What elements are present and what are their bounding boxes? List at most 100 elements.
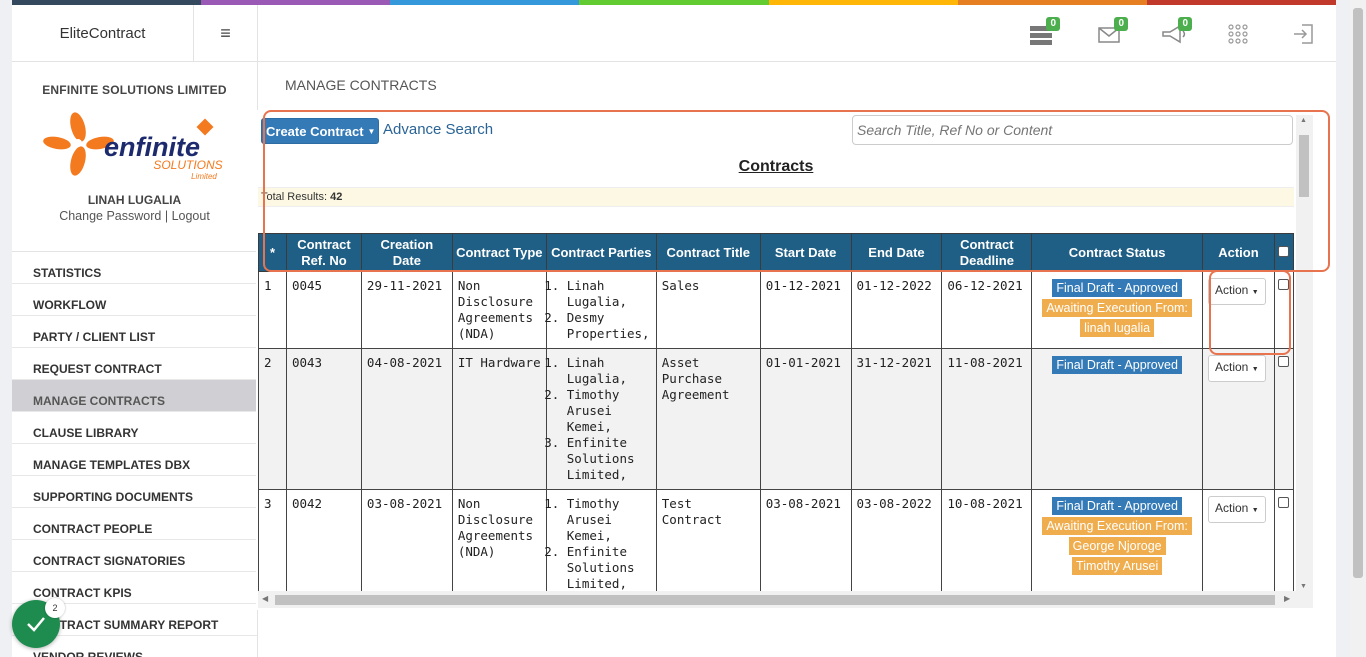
party-item: Enfinite Solutions Limited, — [567, 544, 651, 591]
org-name: ENFINITE SOLUTIONS LIMITED — [42, 83, 227, 97]
cell-start-date: 01-12-2021 — [759, 271, 852, 349]
cell-start-date: 01-01-2021 — [759, 348, 852, 490]
sidebar-item-workflow[interactable]: WORKFLOW — [12, 284, 257, 316]
menu-toggle-icon[interactable]: ≡ — [194, 5, 257, 61]
awaiting-badge: Awaiting Execution From: — [1042, 299, 1192, 317]
cell-parties: Linah Lugalia,Timothy Arusei Kemei,Enfin… — [545, 348, 657, 490]
org-profile: ENFINITE SOLUTIONS LIMITED enfinite SOLU… — [12, 62, 257, 223]
cell-status: Final Draft - Approved Awaiting Execution… — [1031, 271, 1203, 349]
sidebar-item-clause-library[interactable]: CLAUSE LIBRARY — [12, 412, 257, 444]
cell-parties: Timothy Arusei Kemei,Enfinite Solutions … — [545, 489, 657, 591]
cell-action: Action ▼ — [1201, 348, 1275, 490]
server-badge: 0 — [1046, 17, 1060, 31]
cell-number: 2 — [258, 348, 287, 490]
contracts-table: * Contract Ref. No Creation Date Contract T… — [258, 233, 1294, 591]
highlight-box-toolbar — [263, 110, 1330, 272]
scroll-right-icon[interactable]: ▶ — [1284, 594, 1290, 603]
sidebar-item-party-client-list[interactable]: PARTY / CLIENT LIST — [12, 316, 257, 348]
sidebar-item-contract-signatories[interactable]: CONTRACT SIGNATORIES — [12, 540, 257, 572]
row-checkbox[interactable] — [1277, 356, 1289, 367]
company-logo: enfinite SOLUTIONS Limited — [40, 109, 230, 181]
cell-contract-type: IT Hardware — [451, 348, 547, 490]
cell-contract-title: Sales — [655, 271, 761, 349]
caret-down-icon: ▼ — [1251, 366, 1259, 373]
page-title: MANAGE CONTRACTS — [285, 77, 437, 93]
party-item: Timothy Arusei Kemei, — [567, 496, 651, 544]
check-icon — [27, 617, 45, 632]
top-bar: 0 0 0 — [258, 5, 1336, 62]
megaphone-badge: 0 — [1178, 17, 1192, 31]
sidebar-item-request-contract[interactable]: REQUEST CONTRACT — [12, 348, 257, 380]
scroll-down-icon[interactable]: ▼ — [1300, 583, 1307, 590]
mail-icon[interactable]: 0 — [1096, 17, 1128, 48]
cell-contract-title: Asset Purchase Agreement — [655, 348, 761, 490]
action-button[interactable]: Action ▼ — [1207, 355, 1266, 382]
cell-creation-date: 03-08-2021 — [360, 489, 453, 591]
status-badge: Final Draft - Approved — [1052, 279, 1182, 297]
awaiting-name-badge: linah lugalia — [1080, 319, 1155, 337]
account-links: Change Password | Logout — [12, 209, 257, 223]
megaphone-icon[interactable]: 0 — [1160, 17, 1192, 48]
party-item: Enfinite Solutions Limited, — [567, 435, 651, 483]
status-badge: Final Draft - Approved — [1052, 497, 1182, 515]
status-badge: Final Draft - Approved — [1052, 356, 1182, 374]
table-row[interactable]: 3 0042 03-08-2021 Non Disclosure Agreements… — [258, 489, 1294, 591]
table-row[interactable]: 1 0045 29-11-2021 Non Disclosure Agreements… — [258, 271, 1294, 349]
row-checkbox[interactable] — [1277, 497, 1289, 508]
page-scrollbar[interactable] — [1350, 0, 1366, 657]
sidebar-item-manage-templates-dbx[interactable]: MANAGE TEMPLATES DBX — [12, 444, 257, 476]
horizontal-scrollbar[interactable]: ◀ ▶ — [258, 591, 1313, 608]
cell-parties: Linah Lugalia,Desmy Properties, — [545, 271, 657, 349]
cell-deadline: 11-08-2021 — [941, 348, 1033, 490]
party-item: Linah Lugalia, — [567, 355, 651, 387]
logout-link[interactable]: Logout — [172, 209, 210, 223]
cell-end-date: 01-12-2022 — [850, 271, 943, 349]
sidebar-item-statistics[interactable]: STATISTICS — [12, 252, 257, 284]
cell-status: Final Draft - Approved — [1031, 348, 1203, 490]
cell-contract-title: Test Contract — [655, 489, 761, 591]
cell-contract-type: Non Disclosure Agreements (NDA) — [451, 489, 547, 591]
brand-name[interactable]: EliteContract — [12, 5, 194, 61]
caret-down-icon: ▼ — [1251, 507, 1259, 514]
cell-select — [1273, 489, 1294, 591]
fab-badge: 2 — [45, 598, 65, 618]
logout-icon[interactable] — [1290, 20, 1318, 48]
mail-badge: 0 — [1114, 17, 1128, 31]
action-label: Action — [1214, 501, 1249, 515]
sidebar-item-manage-contracts[interactable]: MANAGE CONTRACTS — [12, 380, 257, 412]
sidebar-item-contract-people[interactable]: CONTRACT PEOPLE — [12, 508, 257, 540]
cell-contract-type: Non Disclosure Agreements (NDA) — [451, 271, 547, 349]
cell-number: 3 — [258, 489, 287, 591]
action-label: Action — [1214, 360, 1249, 374]
links-separator: | — [164, 209, 169, 223]
cell-deadline: 06-12-2021 — [941, 271, 1033, 349]
awaiting-name-badge: George Njoroge — [1068, 537, 1166, 555]
awaiting-name-badge: Timothy Arusei — [1072, 557, 1163, 575]
change-password-link[interactable]: Change Password — [59, 209, 161, 223]
user-name: LINAH LUGALIA — [87, 193, 182, 207]
cell-ref-no: 0043 — [285, 348, 362, 490]
cell-ref-no: 0042 — [285, 489, 362, 591]
sidebar-item-supporting-documents[interactable]: SUPPORTING DOCUMENTS — [12, 476, 257, 508]
horizontal-scroll-thumb[interactable] — [275, 595, 1275, 605]
cell-action: Action ▼ — [1201, 489, 1275, 591]
apps-grid-icon[interactable] — [1225, 20, 1253, 48]
party-item: Linah Lugalia, — [567, 278, 651, 310]
logo-sub: SOLUTIONS — [153, 158, 222, 172]
server-icon[interactable]: 0 — [1028, 17, 1060, 48]
cell-status: Final Draft - Approved Awaiting Execution… — [1031, 489, 1203, 591]
cell-ref-no: 0045 — [285, 271, 362, 349]
party-item: Timothy Arusei Kemei, — [567, 387, 651, 435]
page-scroll-thumb[interactable] — [1353, 8, 1363, 578]
cell-end-date: 03-08-2022 — [850, 489, 943, 591]
brand-bar: EliteContract ≡ — [12, 5, 257, 62]
table-row[interactable]: 2004304-08-2021IT HardwareLinah Lugalia,… — [258, 348, 1294, 490]
scroll-left-icon[interactable]: ◀ — [262, 594, 268, 603]
logo-sub2: Limited — [191, 172, 217, 181]
awaiting-badge: Awaiting Execution From: — [1042, 517, 1192, 535]
cell-end-date: 31-12-2021 — [850, 348, 943, 490]
cell-number: 1 — [258, 271, 287, 349]
action-button[interactable]: Action ▼ — [1207, 496, 1266, 523]
sidebar-menu: STATISTICS WORKFLOW PARTY / CLIENT LIST REQ… — [12, 251, 257, 657]
cell-creation-date: 29-11-2021 — [360, 271, 453, 349]
